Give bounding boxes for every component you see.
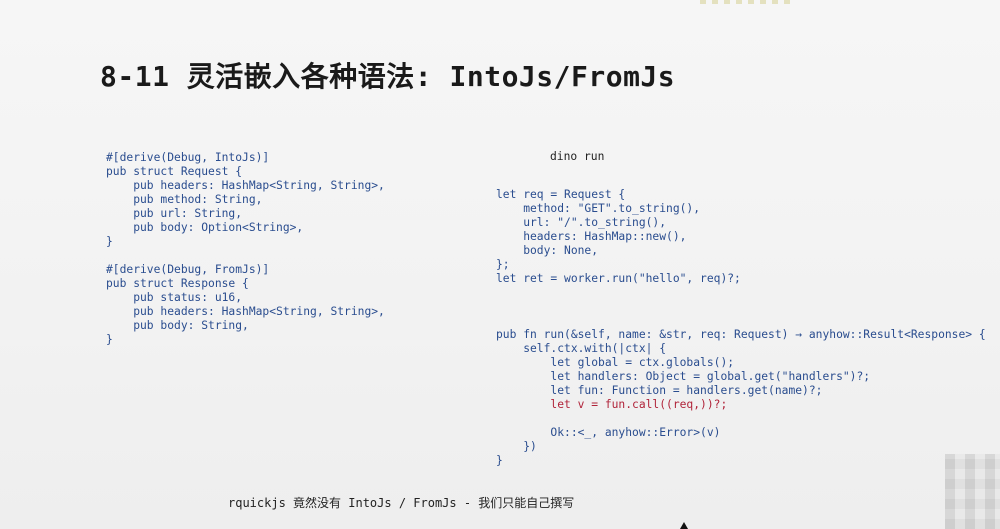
code-line: let global = ctx.globals();	[496, 356, 735, 369]
code-line: pub headers: HashMap<String, String>,	[106, 179, 385, 192]
code-line: pub body: String,	[106, 319, 249, 332]
code-line: pub body: Option<String>,	[106, 221, 304, 234]
code-line: pub fn run(&self, name: &str, req: Reque…	[496, 328, 986, 341]
code-line: let fun: Function = handlers.get(name)?;	[496, 384, 823, 397]
slide-title: 8-11 灵活嵌入各种语法: IntoJs/FromJs	[100, 60, 676, 93]
code-line: url: "/".to_string(),	[496, 216, 667, 229]
mouse-cursor-icon	[680, 522, 688, 529]
code-line: let handlers: Object = global.get("handl…	[496, 370, 871, 383]
code-line: self.ctx.with(|ctx| {	[496, 342, 667, 355]
code-line: pub struct Response {	[106, 277, 249, 290]
command-label: dino run	[550, 150, 605, 163]
code-line: pub struct Request {	[106, 165, 243, 178]
code-line: let v = fun.call((req,))?;	[496, 398, 728, 411]
code-block-run: let req = Request { method: "GET".to_str…	[496, 188, 986, 468]
code-line: body: None,	[496, 244, 599, 257]
code-line: }	[496, 454, 503, 467]
code-line: let ret = worker.run("hello", req)?;	[496, 272, 741, 285]
code-line: pub headers: HashMap<String, String>,	[106, 305, 385, 318]
code-line: })	[496, 440, 537, 453]
code-line: }	[106, 235, 113, 248]
top-decoration	[700, 0, 790, 4]
slide-note: rquickjs 竟然没有 IntoJs / FromJs - 我们只能自己撰写	[228, 496, 575, 510]
code-line: };	[496, 258, 510, 271]
code-line: pub url: String,	[106, 207, 243, 220]
code-block-structs: #[derive(Debug, IntoJs)] pub struct Reque…	[106, 151, 385, 347]
code-line: Ok::<_, anyhow::Error>(v)	[496, 426, 721, 439]
code-line: #[derive(Debug, IntoJs)]	[106, 151, 270, 164]
code-line: headers: HashMap::new(),	[496, 230, 687, 243]
code-line: pub status: u16,	[106, 291, 243, 304]
code-line: #[derive(Debug, FromJs)]	[106, 263, 270, 276]
presentation-slide: 8-11 灵活嵌入各种语法: IntoJs/FromJs #[derive(De…	[0, 0, 1000, 529]
code-line: }	[106, 333, 113, 346]
code-line: pub method: String,	[106, 193, 263, 206]
code-line: let req = Request {	[496, 188, 626, 201]
code-line: method: "GET".to_string(),	[496, 202, 701, 215]
blurred-watermark	[945, 454, 1000, 529]
